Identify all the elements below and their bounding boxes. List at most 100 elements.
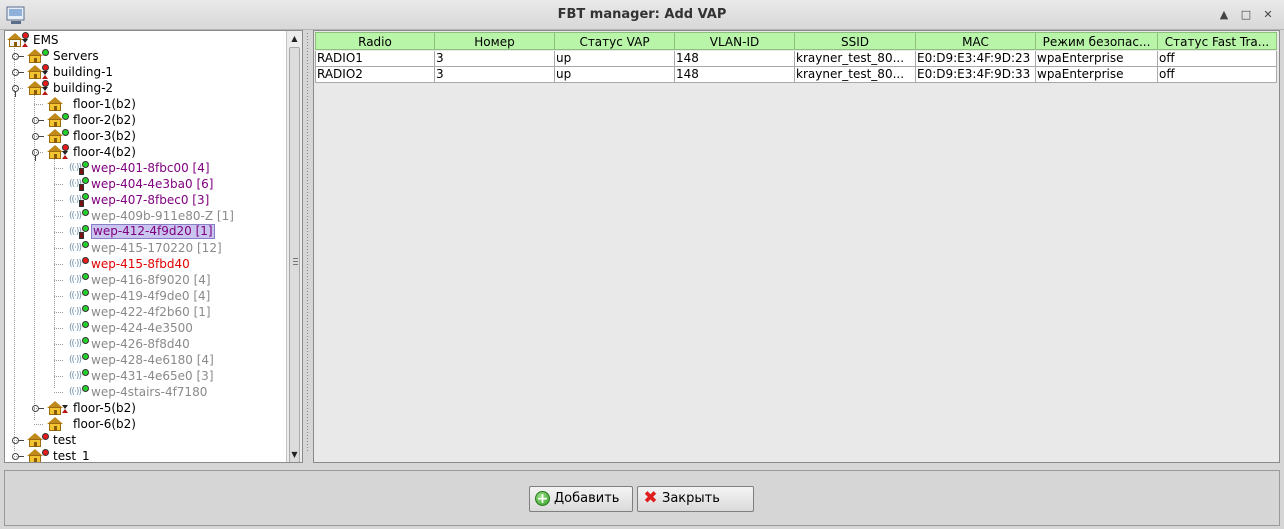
column-header[interactable]: Режим безопас... bbox=[1036, 32, 1158, 50]
status-ok-icon bbox=[82, 337, 89, 344]
column-header[interactable]: VLAN-ID bbox=[675, 32, 795, 50]
lock-icon bbox=[79, 184, 84, 191]
column-header[interactable]: Статус Fast Tra... bbox=[1158, 32, 1277, 50]
table-cell[interactable]: E0:D9:E3:4F:9D:33 bbox=[916, 67, 1036, 83]
tree-node-label: wep-415-170220 [12] bbox=[91, 241, 222, 255]
add-button-label: Добавить bbox=[554, 491, 620, 506]
close-window-icon[interactable]: ✕ bbox=[1260, 7, 1276, 23]
tree-node-wep-424-4e3500[interactable]: ((·)) wep-424-4e3500 bbox=[5, 320, 285, 336]
expand-toggle-icon[interactable] bbox=[32, 117, 44, 124]
tree-node-test[interactable]: test bbox=[5, 432, 285, 448]
table-cell[interactable]: up bbox=[555, 51, 675, 67]
lock-icon bbox=[79, 168, 84, 175]
table-cell[interactable]: 148 bbox=[675, 51, 795, 67]
tree-scrollbar[interactable]: ▲ ▼ bbox=[286, 31, 302, 462]
close-button[interactable]: ✖ Закрыть bbox=[637, 486, 754, 512]
tree-node-label: test bbox=[53, 433, 77, 447]
tree-node-wep-415-8fbd40[interactable]: ((·)) wep-415-8fbd40 bbox=[5, 256, 285, 272]
scroll-up-icon[interactable]: ▲ bbox=[287, 31, 302, 46]
column-header[interactable]: MAC bbox=[916, 32, 1036, 50]
expand-toggle-icon[interactable] bbox=[12, 437, 24, 444]
tree-node-floor-1-b2[interactable]: floor-1(b2) bbox=[5, 96, 285, 112]
tree-node-wep-428-4e6180-4[interactable]: ((·)) wep-428-4e6180 [4] bbox=[5, 352, 285, 368]
status-ok-icon bbox=[82, 209, 89, 216]
status-ok-icon bbox=[82, 305, 89, 312]
expand-toggle-icon[interactable] bbox=[12, 69, 24, 76]
minimize-icon[interactable]: ▲ bbox=[1216, 7, 1232, 23]
tree-node-label: floor-4(b2) bbox=[73, 145, 136, 159]
table-cell[interactable]: 3 bbox=[435, 67, 555, 83]
tree-node-wep-426-8f8d40[interactable]: ((·)) wep-426-8f8d40 bbox=[5, 336, 285, 352]
expand-toggle-icon[interactable] bbox=[32, 149, 39, 161]
table-cell[interactable]: up bbox=[555, 67, 675, 83]
split-divider[interactable] bbox=[304, 30, 312, 463]
table-cell[interactable]: off bbox=[1158, 67, 1277, 83]
status-ok-icon bbox=[82, 177, 89, 184]
status-ok-icon bbox=[82, 321, 89, 328]
table-cell[interactable]: off bbox=[1158, 51, 1277, 67]
table-cell[interactable]: E0:D9:E3:4F:9D:23 bbox=[916, 51, 1036, 67]
tree-node-floor-2-b2[interactable]: floor-2(b2) bbox=[5, 112, 285, 128]
tree-node-wep-431-4e65e0-3[interactable]: ((·)) wep-431-4e65e0 [3] bbox=[5, 368, 285, 384]
status-ok-icon bbox=[82, 289, 89, 296]
tree-node-wep-409b-911e80-z-1[interactable]: ((·)) wep-409b-911e80-Z [1] bbox=[5, 208, 285, 224]
tree-node-label: wep-426-8f8d40 bbox=[91, 337, 190, 351]
tree-node-label: floor-2(b2) bbox=[73, 113, 136, 127]
column-header[interactable]: SSID bbox=[795, 32, 916, 50]
scroll-down-icon[interactable]: ▼ bbox=[287, 447, 302, 462]
lock-icon bbox=[79, 200, 84, 207]
expand-toggle-icon[interactable] bbox=[32, 133, 44, 140]
table-cell[interactable]: RADIO1 bbox=[315, 51, 435, 67]
expand-toggle-icon[interactable] bbox=[12, 453, 24, 460]
maximize-icon[interactable]: □ bbox=[1238, 7, 1254, 23]
tree-node-floor-3-b2[interactable]: floor-3(b2) bbox=[5, 128, 285, 144]
table-cell[interactable]: wpaEnterprise bbox=[1036, 51, 1158, 67]
vap-table: Radio Номер Статус VAP VLAN-ID SSID MAC Режим … bbox=[313, 30, 1280, 463]
tree-node-wep-416-8f9020-4[interactable]: ((·)) wep-416-8f9020 [4] bbox=[5, 272, 285, 288]
table-cell[interactable]: RADIO2 bbox=[315, 67, 435, 83]
tree-node-label: building-1 bbox=[53, 65, 114, 79]
table-cell[interactable]: 148 bbox=[675, 67, 795, 83]
tree-node-ems[interactable]: EMS bbox=[5, 32, 285, 48]
tree-node-wep-401-8fbc00-4[interactable]: ((·)) wep-401-8fbc00 [4] bbox=[5, 160, 285, 176]
tree-node-servers[interactable]: Servers bbox=[5, 48, 285, 64]
tree-node-building-1[interactable]: building-1 bbox=[5, 64, 285, 80]
table-cell[interactable]: 3 bbox=[435, 51, 555, 67]
tree-node-floor-4-b2[interactable]: floor-4(b2) bbox=[5, 144, 285, 161]
tree-node-wep-422-4f2b60-1[interactable]: ((·)) wep-422-4f2b60 [1] bbox=[5, 304, 285, 320]
tree-node-label: wep-404-4e3ba0 [6] bbox=[91, 177, 214, 191]
status-ok-icon bbox=[82, 241, 89, 248]
status-error-icon bbox=[42, 64, 49, 71]
status-error-icon bbox=[82, 257, 89, 264]
table-cell[interactable]: krayner_test_80... bbox=[795, 51, 916, 67]
scroll-thumb[interactable] bbox=[289, 47, 300, 462]
column-header[interactable]: Статус VAP bbox=[555, 32, 675, 50]
tree-node-label: wep-4stairs-4f7180 bbox=[91, 385, 208, 399]
column-header[interactable]: Номер bbox=[435, 32, 555, 50]
column-header[interactable]: Radio bbox=[315, 32, 435, 50]
lock-icon bbox=[79, 232, 84, 239]
tree-node-wep-404-4e3ba0-6[interactable]: ((·)) wep-404-4e3ba0 [6] bbox=[5, 176, 285, 192]
tree-node-test-1[interactable]: test_1 bbox=[5, 448, 285, 462]
expand-toggle-icon[interactable] bbox=[32, 405, 44, 412]
tree-node-wep-412-4f9d20-1[interactable]: ((·)) wep-412-4f9d20 [1] bbox=[5, 224, 285, 240]
tree-node-wep-419-4f9de0-4[interactable]: ((·)) wep-419-4f9de0 [4] bbox=[5, 288, 285, 304]
alarm-icon bbox=[42, 71, 48, 80]
window-title: FBT manager: Add VAP bbox=[557, 7, 727, 22]
expand-toggle-icon[interactable] bbox=[12, 53, 24, 60]
tree-node-floor-5-b2[interactable]: floor-5(b2) bbox=[5, 400, 285, 416]
tree-node-floor-6-b2[interactable]: floor-6(b2) bbox=[5, 416, 285, 432]
expand-toggle-icon[interactable] bbox=[12, 85, 19, 97]
table-cell[interactable]: wpaEnterprise bbox=[1036, 67, 1158, 83]
tree-node-wep-4stairs-4f7180[interactable]: ((·)) wep-4stairs-4f7180 bbox=[5, 384, 285, 400]
status-ok-icon bbox=[82, 161, 89, 168]
add-button[interactable]: Добавить bbox=[529, 486, 633, 512]
table-cell[interactable]: krayner_test_80... bbox=[795, 67, 916, 83]
tree-node-label: wep-415-8fbd40 bbox=[91, 257, 190, 271]
tree-node-wep-415-170220-12[interactable]: ((·)) wep-415-170220 [12] bbox=[5, 240, 285, 256]
tree-node-wep-407-8fbec0-3[interactable]: ((·)) wep-407-8fbec0 [3] bbox=[5, 192, 285, 208]
tree-node-label: floor-6(b2) bbox=[73, 417, 136, 431]
button-bar: Добавить ✖ Закрыть bbox=[4, 470, 1280, 526]
status-ok-icon bbox=[82, 225, 89, 232]
tree-node-building-2[interactable]: building-2 bbox=[5, 80, 285, 97]
